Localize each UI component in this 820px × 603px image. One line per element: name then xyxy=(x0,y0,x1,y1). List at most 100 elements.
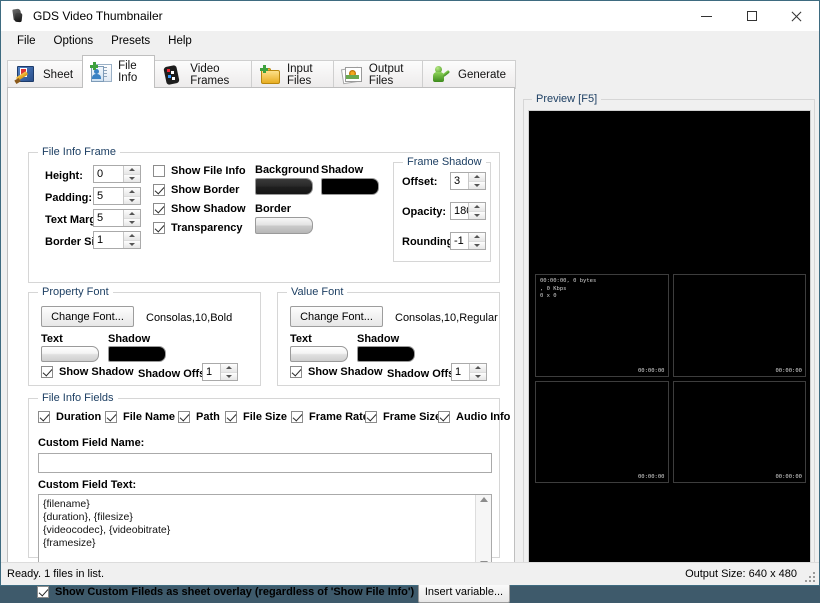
textarea-scrollbar[interactable] xyxy=(475,495,491,568)
custom-field-name-input[interactable] xyxy=(38,453,492,473)
custom-field-text-area[interactable]: {filename} {duration}, {filesize} {video… xyxy=(38,494,492,569)
preview-thumbnail[interactable]: 00:00:00 xyxy=(672,274,806,377)
spin-opacity[interactable] xyxy=(450,202,486,220)
menu-help[interactable]: Help xyxy=(159,32,201,51)
offset-spinner[interactable] xyxy=(468,173,485,189)
spin-down-button[interactable] xyxy=(469,241,485,249)
minimize-button[interactable] xyxy=(684,1,729,31)
border-size-input[interactable] xyxy=(94,232,123,248)
spin-up-button[interactable] xyxy=(469,203,485,212)
height-input[interactable] xyxy=(94,166,123,182)
offset-input[interactable] xyxy=(451,173,468,189)
padding-spinner[interactable] xyxy=(123,188,140,204)
spin-text-margin[interactable] xyxy=(93,209,141,227)
spin-down-button[interactable] xyxy=(124,174,140,182)
opacity-spinner[interactable] xyxy=(468,203,485,219)
spin-up-button[interactable] xyxy=(469,173,485,182)
tab-file-info[interactable]: File Info xyxy=(82,55,156,88)
spin-up-button[interactable] xyxy=(470,364,486,373)
spin-property-shadow-offset[interactable] xyxy=(202,363,238,381)
rounding-spinner[interactable] xyxy=(468,233,485,249)
spin-value-shadow-offset[interactable] xyxy=(451,363,487,381)
preview-thumbnail[interactable]: 00:00:00 xyxy=(672,380,806,483)
padding-input[interactable] xyxy=(94,188,123,204)
spin-down-button[interactable] xyxy=(124,196,140,204)
text-margin-input[interactable] xyxy=(94,210,123,226)
spin-up-button[interactable] xyxy=(221,364,237,373)
tab-sheet[interactable]: Sheet xyxy=(7,60,84,89)
border-size-spinner[interactable] xyxy=(123,232,140,248)
tab-generate[interactable]: Generate xyxy=(422,60,516,89)
spin-up-button[interactable] xyxy=(124,166,140,175)
height-spinner[interactable] xyxy=(123,166,140,182)
preview-thumbnail[interactable]: 00:00:00, 0 bytes , 0 Kbps 0 x 0 00:00:0… xyxy=(535,274,669,377)
preview-canvas[interactable]: 00:00:00, 0 bytes , 0 Kbps 0 x 0 00:00:0… xyxy=(528,110,811,564)
checkbox-frame-size[interactable]: Frame Size xyxy=(365,411,441,423)
scroll-up-icon[interactable] xyxy=(479,497,488,502)
spin-up-button[interactable] xyxy=(124,188,140,197)
spin-border-size[interactable] xyxy=(93,231,141,249)
menu-presets[interactable]: Presets xyxy=(102,32,159,51)
custom-field-text-content[interactable]: {filename} {duration}, {filesize} {video… xyxy=(39,495,475,568)
preview-thumbnail[interactable]: 00:00:00 xyxy=(535,380,669,483)
checkbox-value-show-shadow[interactable]: Show Shadow xyxy=(290,366,383,378)
menu-file[interactable]: File xyxy=(8,32,45,51)
value-shadow-offset-input[interactable] xyxy=(452,364,469,380)
maximize-button[interactable] xyxy=(729,1,774,31)
swatch-property-shadow-color[interactable] xyxy=(108,346,166,362)
menu-options[interactable]: Options xyxy=(45,32,103,51)
checkbox-path[interactable]: Path xyxy=(178,411,220,423)
tab-input-files[interactable]: Input Files xyxy=(250,60,334,89)
label-rounding: Rounding: xyxy=(402,236,457,248)
rounding-input[interactable] xyxy=(451,233,468,249)
checkbox-property-show-shadow[interactable]: Show Shadow xyxy=(41,366,134,378)
spin-up-button[interactable] xyxy=(124,232,140,241)
tab-video-frames[interactable]: Video Frames xyxy=(154,60,252,89)
swatch-property-text-color[interactable] xyxy=(41,346,99,362)
checkbox-box xyxy=(153,165,165,177)
change-property-font-button[interactable]: Change Font... xyxy=(41,306,134,327)
custom-field-name-text[interactable] xyxy=(39,454,491,472)
spin-down-button[interactable] xyxy=(221,372,237,380)
spin-padding[interactable] xyxy=(93,187,141,205)
close-button[interactable] xyxy=(774,1,819,31)
checkbox-show-file-info[interactable]: Show File Info xyxy=(153,165,246,177)
checkbox-duration[interactable]: Duration xyxy=(38,411,101,423)
spin-down-button[interactable] xyxy=(124,240,140,248)
spin-down-button[interactable] xyxy=(470,372,486,380)
spin-offset[interactable] xyxy=(450,172,486,190)
value-shadow-offset-spinner[interactable] xyxy=(469,364,486,380)
spin-height[interactable] xyxy=(93,165,141,183)
checkbox-file-name[interactable]: File Name xyxy=(105,411,175,423)
spin-down-button[interactable] xyxy=(469,211,485,219)
spin-up-button[interactable] xyxy=(124,210,140,219)
spin-down-button[interactable] xyxy=(469,181,485,189)
spin-up-button[interactable] xyxy=(469,233,485,242)
checkbox-box xyxy=(438,411,450,423)
change-value-font-button[interactable]: Change Font... xyxy=(290,306,383,327)
swatch-shadow[interactable] xyxy=(321,178,379,195)
checkbox-label: Show Shadow xyxy=(171,203,246,215)
checkbox-frame-rate[interactable]: Frame Rate xyxy=(291,411,369,423)
checkbox-file-size[interactable]: File Size xyxy=(225,411,287,423)
spin-rounding[interactable] xyxy=(450,232,486,250)
property-shadow-offset-spinner[interactable] xyxy=(220,364,237,380)
checkbox-show-shadow[interactable]: Show Shadow xyxy=(153,203,246,215)
tab-output-files[interactable]: Output Files xyxy=(332,60,424,89)
checkbox-audio-info[interactable]: Audio Info xyxy=(438,411,510,423)
swatch-value-shadow-color[interactable] xyxy=(357,346,415,362)
checkbox-transparency[interactable]: Transparency xyxy=(153,222,243,234)
checkbox-show-custom-fields-overlay[interactable]: Show Custom Fileds as sheet overlay (reg… xyxy=(37,586,414,598)
checkbox-show-border[interactable]: Show Border xyxy=(153,184,239,196)
folder-add-icon xyxy=(259,65,281,85)
opacity-input[interactable] xyxy=(451,203,468,219)
swatch-border[interactable] xyxy=(255,217,313,234)
swatch-value-text-color[interactable] xyxy=(290,346,348,362)
resize-grip[interactable] xyxy=(805,572,815,582)
property-shadow-offset-input[interactable] xyxy=(203,364,220,380)
spin-down-button[interactable] xyxy=(124,218,140,226)
text-margin-spinner[interactable] xyxy=(123,210,140,226)
preview-thumbnail-grid: 00:00:00, 0 bytes , 0 Kbps 0 x 0 00:00:0… xyxy=(532,271,809,486)
checkbox-label: Audio Info xyxy=(456,411,511,423)
swatch-background[interactable] xyxy=(255,178,313,195)
